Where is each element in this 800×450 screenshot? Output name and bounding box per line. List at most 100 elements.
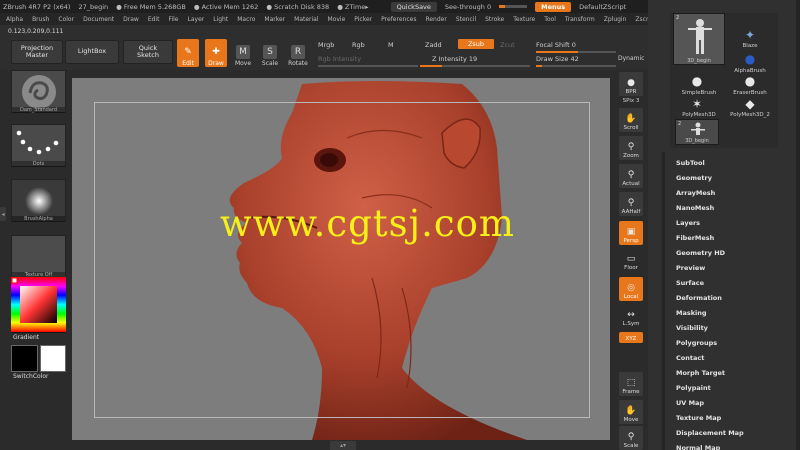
menu-item[interactable]: Color: [58, 16, 74, 23]
move-view-button[interactable]: ✋ Move: [619, 400, 643, 424]
subpalette-displacement-map[interactable]: Displacement Map: [676, 425, 800, 440]
subpalette-visibility[interactable]: Visibility: [676, 320, 800, 335]
rgb-button[interactable]: Rgb: [352, 41, 365, 49]
polymesh3d-icon[interactable]: ✶: [688, 96, 706, 112]
switch-color-button[interactable]: SwitchColor: [13, 373, 49, 380]
eraserbrush-icon[interactable]: ●: [741, 73, 759, 89]
spix-slider[interactable]: SPix 3: [619, 98, 643, 104]
subpalette-uv-map[interactable]: UV Map: [676, 395, 800, 410]
alpha-thumbnail[interactable]: BrushAlpha: [11, 179, 66, 222]
scroll-button[interactable]: ✋ Scroll: [619, 108, 643, 132]
floor-button[interactable]: ▭ Floor: [619, 248, 643, 272]
frame-button[interactable]: ⬚ Frame: [619, 372, 643, 396]
zoom-button[interactable]: ⚲ Zoom: [619, 136, 643, 160]
bottom-collapse-arrow[interactable]: ▴▾: [330, 441, 356, 450]
scale-button[interactable]: S Scale: [259, 39, 281, 67]
zsub-button[interactable]: Zsub: [458, 39, 494, 49]
xyz-button[interactable]: XYZ: [619, 332, 643, 343]
menu-item[interactable]: Document: [83, 16, 114, 23]
local-button[interactable]: ◎ Local: [619, 277, 643, 301]
menus-button[interactable]: Menus: [535, 1, 572, 12]
menu-item[interactable]: Alpha: [6, 16, 23, 23]
quicksave-button[interactable]: QuickSave: [390, 1, 437, 12]
menu-item[interactable]: Texture: [513, 16, 535, 23]
m-button[interactable]: M: [388, 41, 394, 49]
menu-item[interactable]: File: [168, 16, 178, 23]
tool-polymesh3d[interactable]: PolyMesh3D: [674, 112, 724, 118]
subpalette-nanomesh[interactable]: NanoMesh: [676, 200, 800, 215]
draw-size-slider[interactable]: [536, 65, 616, 67]
menu-item[interactable]: Marker: [264, 16, 285, 23]
menu-item[interactable]: Material: [294, 16, 318, 23]
menu-item[interactable]: Stencil: [456, 16, 476, 23]
menu-item[interactable]: Layer: [188, 16, 205, 23]
subpalette-polygroups[interactable]: Polygroups: [676, 335, 800, 350]
subpalette-deformation[interactable]: Deformation: [676, 290, 800, 305]
menu-item[interactable]: Movie: [328, 16, 346, 23]
subpalette-preview[interactable]: Preview: [676, 260, 800, 275]
brush-thumbnail[interactable]: Dam_Standard: [11, 70, 66, 113]
menu-item[interactable]: Tool: [544, 16, 556, 23]
main-color-swatch[interactable]: [11, 345, 38, 372]
secondary-color-swatch[interactable]: [40, 345, 66, 372]
subpalette-geometry-hd[interactable]: Geometry HD: [676, 245, 800, 260]
subpalette-arraymesh[interactable]: ArrayMesh: [676, 185, 800, 200]
focal-shift-slider[interactable]: [536, 51, 616, 53]
menu-item[interactable]: Edit: [148, 16, 160, 23]
menu-item[interactable]: Zplugin: [604, 16, 627, 23]
zadd-button[interactable]: Zadd: [425, 41, 442, 49]
blaze-icon[interactable]: ✦: [741, 27, 759, 43]
move-button[interactable]: M Move: [232, 39, 254, 67]
menu-item[interactable]: Brush: [32, 16, 49, 23]
simplebrush-icon[interactable]: ●: [688, 73, 706, 89]
menu-item[interactable]: Transform: [565, 16, 595, 23]
document-canvas[interactable]: www.cgtsj.com: [72, 78, 610, 440]
color-picker[interactable]: [11, 277, 66, 332]
draw-button[interactable]: ✚ Draw: [205, 39, 227, 67]
zcut-button[interactable]: Zcut: [500, 41, 515, 49]
texture-thumbnail[interactable]: Texture Off: [11, 235, 66, 278]
scale-view-button[interactable]: ⚲ Scale: [619, 426, 643, 450]
right-edge-scrollbar[interactable]: [796, 0, 800, 450]
subpalette-geometry[interactable]: Geometry: [676, 170, 800, 185]
see-through-slider[interactable]: [499, 5, 528, 8]
polymesh3d2-icon[interactable]: ◆: [741, 96, 759, 112]
menu-item[interactable]: Preferences: [381, 16, 416, 23]
selected-tool-thumbnail[interactable]: 2 3D_begin: [675, 119, 719, 145]
subpalette-texture-map[interactable]: Texture Map: [676, 410, 800, 425]
actual-button[interactable]: ⚲ Actual: [619, 164, 643, 188]
subpalette-morph-target[interactable]: Morph Target: [676, 365, 800, 380]
menu-item[interactable]: Light: [213, 16, 228, 23]
subpalette-normal-map[interactable]: Normal Map: [676, 440, 800, 450]
bpr-button[interactable]: ● BPR: [619, 72, 643, 96]
projection-master-button[interactable]: Projection Master: [11, 40, 63, 64]
subpalette-fibermesh[interactable]: FiberMesh: [676, 230, 800, 245]
dynamic-button[interactable]: Dynamic: [618, 55, 644, 62]
mrgb-button[interactable]: Mrgb: [318, 41, 334, 49]
menu-item[interactable]: Macro: [237, 16, 255, 23]
menu-item[interactable]: Render: [425, 16, 446, 23]
subpalette-surface[interactable]: Surface: [676, 275, 800, 290]
alphabrush-icon[interactable]: ●: [741, 51, 759, 67]
menu-item[interactable]: Stroke: [485, 16, 504, 23]
edit-button[interactable]: ✎ Edit: [177, 39, 199, 67]
persp-button[interactable]: ▣ Persp: [619, 221, 643, 245]
z-intensity-slider[interactable]: [420, 65, 530, 67]
current-tool-thumbnail[interactable]: 2 3D_begin: [673, 13, 725, 65]
menu-item[interactable]: Draw: [123, 16, 139, 23]
subpalette-layers[interactable]: Layers: [676, 215, 800, 230]
rotate-button[interactable]: R Rotate: [287, 39, 309, 67]
stroke-thumbnail[interactable]: Dots: [11, 124, 66, 167]
panel-scrollbar[interactable]: [662, 152, 665, 450]
menu-item[interactable]: Picker: [354, 16, 372, 23]
left-collapse-arrow[interactable]: ◂: [0, 207, 6, 221]
subpalette-contact[interactable]: Contact: [676, 350, 800, 365]
subpalette-subtool[interactable]: SubTool: [676, 155, 800, 170]
tool-polymesh3d-2[interactable]: PolyMesh3D_2: [725, 112, 775, 118]
tool-blaze[interactable]: Blaze: [725, 43, 775, 49]
rgb-intensity-slider[interactable]: [318, 65, 418, 67]
subpalette-masking[interactable]: Masking: [676, 305, 800, 320]
quick-sketch-button[interactable]: Quick Sketch: [123, 40, 173, 64]
lightbox-button[interactable]: LightBox: [65, 40, 119, 64]
subpalette-polypaint[interactable]: Polypaint: [676, 380, 800, 395]
